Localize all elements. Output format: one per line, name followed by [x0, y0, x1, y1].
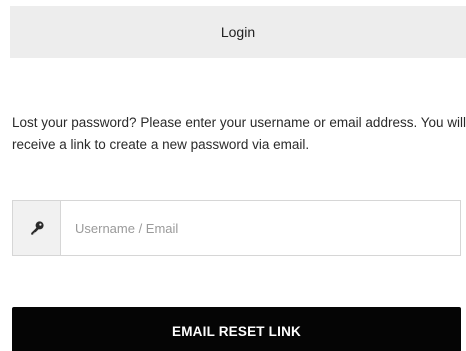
lost-password-form: Login Lost your password? Please enter y… — [0, 0, 466, 351]
email-reset-link-label: EMAIL RESET LINK — [172, 323, 301, 339]
login-tab-label: Login — [220, 24, 256, 40]
key-icon — [13, 201, 61, 255]
username-email-input[interactable] — [61, 201, 460, 255]
lost-password-instructions: Lost your password? Please enter your us… — [12, 115, 466, 152]
email-reset-link-button[interactable]: EMAIL RESET LINK — [12, 307, 461, 351]
username-email-field-group — [12, 200, 461, 256]
login-tab[interactable]: Login — [10, 6, 466, 58]
